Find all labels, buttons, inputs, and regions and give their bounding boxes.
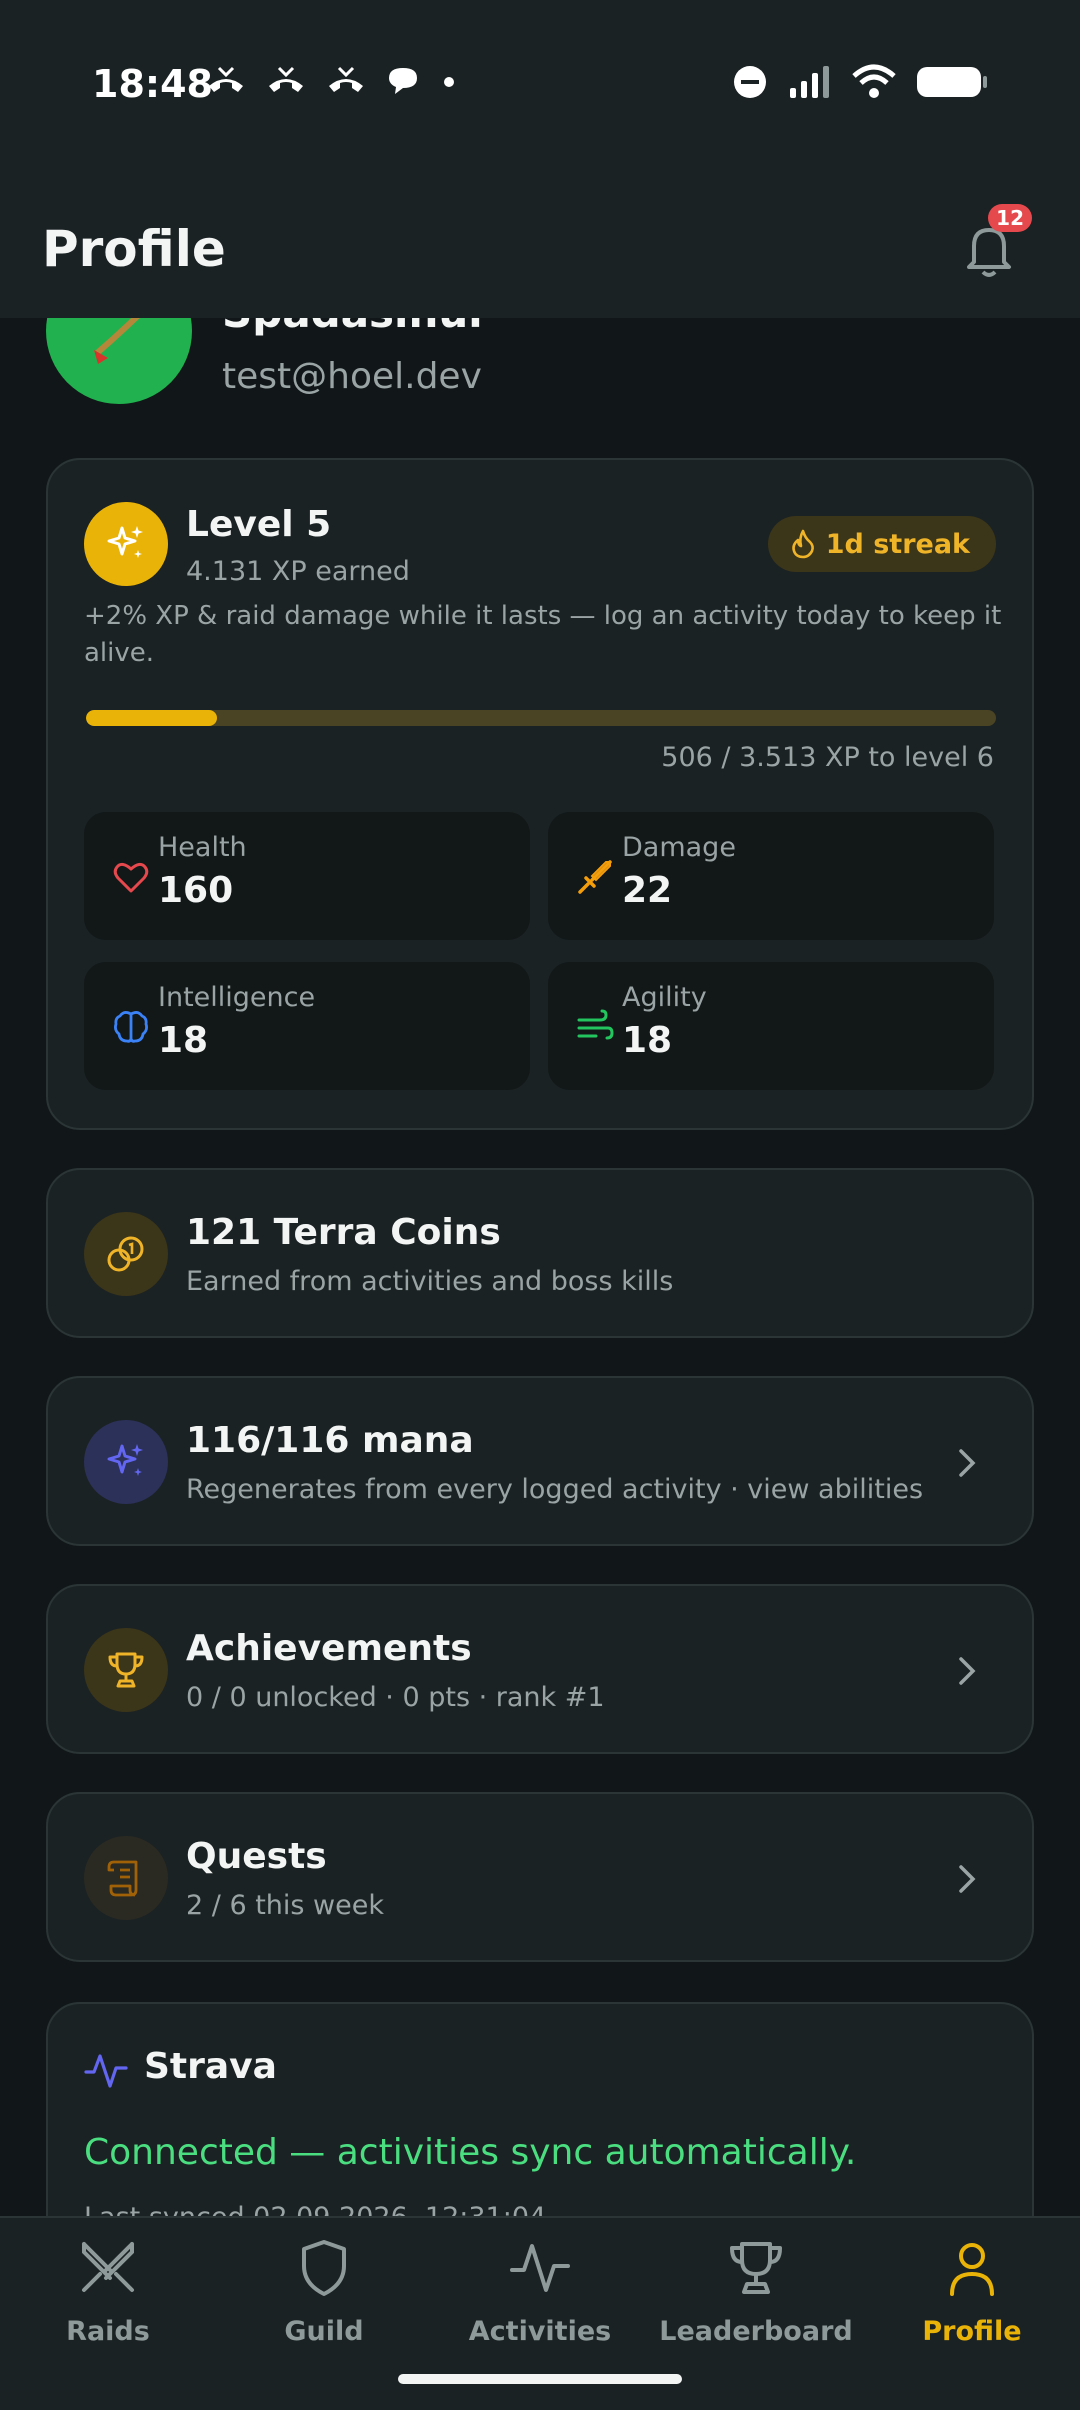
- stat-value: 22: [622, 870, 673, 911]
- profile-content[interactable]: Spadasinul test@hoel.dev Level 5 4.131 X…: [0, 318, 1080, 2216]
- stat-agility: Agility 18: [548, 962, 994, 1090]
- notifications-button[interactable]: 12: [954, 204, 1032, 284]
- flame-icon: [791, 529, 814, 559]
- xp-progress-bar: [86, 710, 996, 726]
- wifi-icon: [852, 64, 896, 98]
- nav-label: Activities: [468, 2316, 612, 2347]
- nav-leaderboard[interactable]: Leaderboard: [648, 2236, 864, 2366]
- quests-icon-badge: [84, 1836, 168, 1920]
- achievements-card[interactable]: Achievements 0 / 0 unlocked · 0 pts · ra…: [46, 1584, 1034, 1754]
- stat-value: 160: [158, 870, 234, 911]
- wind-icon: [577, 1009, 614, 1040]
- status-bar: 18:48: [0, 0, 1080, 180]
- dot-icon: [444, 77, 454, 87]
- achievements-title: Achievements: [186, 1628, 472, 1669]
- app-header: Profile 12: [0, 180, 1080, 318]
- crossed-swords-icon: [82, 2242, 134, 2292]
- chevron-right-icon: [959, 1449, 976, 1477]
- nav-label: Guild: [284, 2316, 364, 2347]
- nav-guild[interactable]: Guild: [216, 2236, 432, 2366]
- activity-pulse-icon: [510, 2244, 570, 2292]
- sword-icon: [578, 860, 612, 894]
- heart-icon: [113, 862, 149, 893]
- xp-earned: 4.131 XP earned: [186, 556, 410, 587]
- level-icon-badge: [84, 502, 168, 586]
- stat-health: Health 160: [84, 812, 530, 940]
- missed-call-icon: [269, 66, 303, 92]
- sparkles-icon: [107, 1444, 143, 1476]
- nav-profile[interactable]: Profile: [864, 2236, 1080, 2366]
- level-card: Level 5 4.131 XP earned 1d streak +2% XP…: [46, 458, 1034, 1130]
- mana-icon-badge: [84, 1420, 168, 1504]
- chat-bubble-icon: [389, 68, 417, 94]
- signal-icon: [790, 66, 829, 98]
- strava-title: Strava: [144, 2046, 277, 2087]
- user-email: test@hoel.dev: [222, 356, 482, 397]
- achievements-subtitle: 0 / 0 unlocked · 0 pts · rank #1: [186, 1682, 605, 1713]
- scroll-icon: [107, 1860, 138, 1897]
- mana-card[interactable]: 116/116 mana Regenerates from every logg…: [46, 1376, 1034, 1546]
- stat-value: 18: [158, 1020, 209, 1061]
- strava-card: Strava Connected — activities sync autom…: [46, 2002, 1034, 2216]
- stat-label: Intelligence: [158, 982, 316, 1013]
- brain-icon: [114, 1011, 148, 1043]
- chevron-right-icon: [959, 1657, 976, 1685]
- activity-pulse-icon: [84, 2054, 128, 2088]
- status-time: 18:48: [92, 62, 213, 106]
- nav-activities[interactable]: Activities: [432, 2236, 648, 2366]
- quests-subtitle: 2 / 6 this week: [186, 1890, 384, 1921]
- coins-icon: [107, 1236, 144, 1272]
- streak-label: 1d streak: [825, 528, 970, 560]
- nav-label: Profile: [922, 2316, 1022, 2347]
- streak-description: +2% XP & raid damage while it lasts — lo…: [84, 601, 1002, 668]
- mana-title: 116/116 mana: [186, 1420, 474, 1461]
- home-indicator[interactable]: [398, 2374, 682, 2384]
- stat-label: Agility: [622, 982, 707, 1013]
- stat-value: 18: [622, 1020, 673, 1061]
- nav-label: Leaderboard: [659, 2316, 853, 2347]
- chevron-right-icon: [959, 1865, 976, 1893]
- avatar[interactable]: [46, 318, 192, 404]
- level-title: Level 5: [186, 504, 332, 545]
- missed-call-icon: [209, 66, 243, 92]
- nav-label: Raids: [66, 2316, 150, 2347]
- stat-label: Damage: [622, 832, 736, 863]
- do-not-disturb-icon: [734, 66, 766, 98]
- stat-intelligence: Intelligence 18: [84, 962, 530, 1090]
- mana-subtitle: Regenerates from every logged activity ·…: [186, 1474, 924, 1505]
- quests-title: Quests: [186, 1836, 327, 1877]
- shield-icon: [302, 2240, 346, 2296]
- xp-progress-fill: [86, 710, 218, 726]
- coins-icon-badge: [84, 1212, 168, 1296]
- streak-badge: 1d streak: [767, 516, 996, 572]
- page-title: Profile: [42, 220, 226, 278]
- coins-subtitle: Earned from activities and boss kills: [186, 1266, 674, 1297]
- nav-raids[interactable]: Raids: [0, 2236, 216, 2366]
- coins-title: 121 Terra Coins: [186, 1212, 501, 1253]
- notification-count-badge: 12: [988, 204, 1032, 232]
- sparkles-icon: [107, 526, 143, 558]
- bow-and-arrow-icon: [94, 318, 140, 364]
- battery-icon: [917, 67, 987, 97]
- user-icon: [950, 2243, 994, 2296]
- username: Spadasinul: [222, 318, 483, 337]
- stat-damage: Damage 22: [548, 812, 994, 940]
- status-system-icons: [732, 64, 988, 100]
- achievements-icon-badge: [84, 1628, 168, 1712]
- missed-call-icon: [329, 66, 363, 92]
- status-notification-icons: [205, 64, 459, 98]
- strava-last-synced: Last synced 02.09.2026, 12:31:04: [84, 2202, 546, 2216]
- strava-status: Connected — activities sync automaticall…: [84, 2132, 857, 2173]
- stat-label: Health: [158, 832, 247, 863]
- quests-card[interactable]: Quests 2 / 6 this week: [46, 1792, 1034, 1962]
- xp-to-next-level: 506 / 3.513 XP to level 6: [661, 742, 994, 773]
- trophy-icon: [108, 1652, 144, 1688]
- terra-coins-card: 121 Terra Coins Earned from activities a…: [46, 1168, 1034, 1338]
- trophy-icon: [730, 2242, 782, 2294]
